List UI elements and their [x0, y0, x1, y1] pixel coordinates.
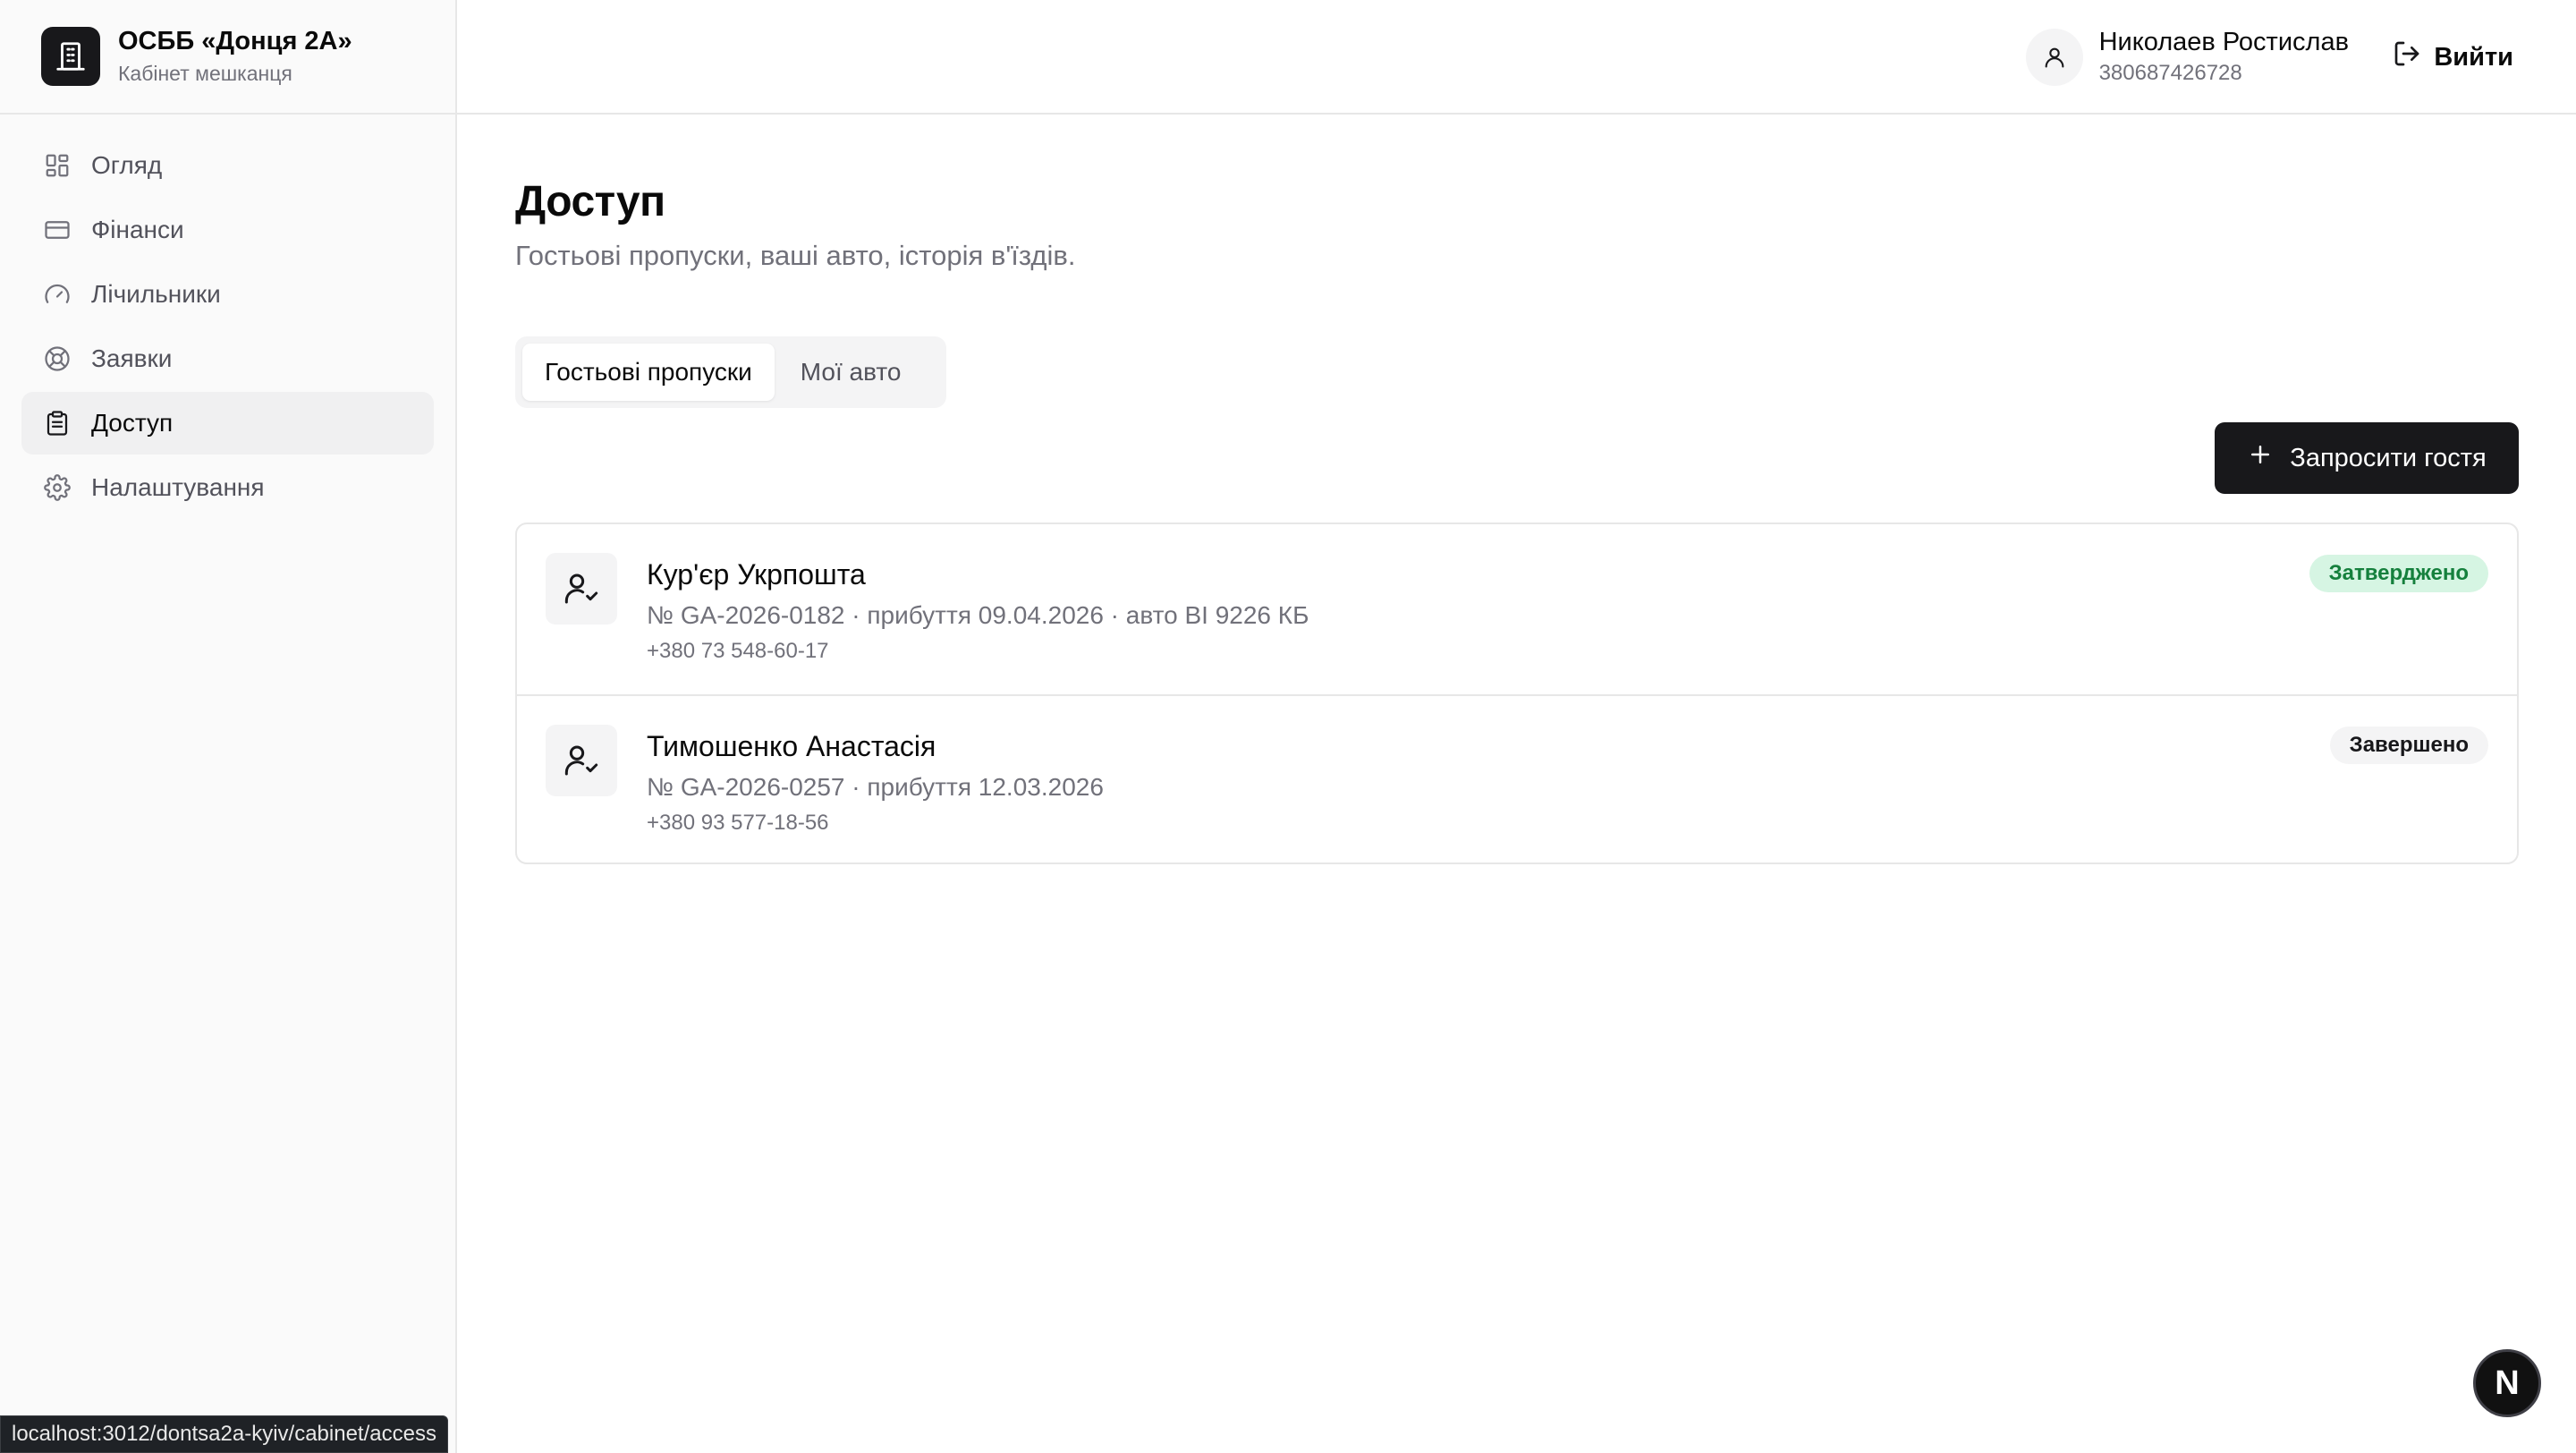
logout-icon: [2393, 39, 2421, 75]
plus-icon: [2247, 441, 2274, 475]
sidebar-nav: Огляд Фінанси Лічильники Заявки Доступ Н…: [0, 115, 455, 540]
sidebar-item-finance[interactable]: Фінанси: [21, 199, 434, 261]
list-item[interactable]: Кур'єр Укрпошта № GA-2026-0182 · прибутт…: [517, 524, 2517, 694]
sidebar-item-label: Доступ: [91, 409, 174, 437]
user-menu[interactable]: Николаев Ростислав 380687426728: [2025, 28, 2349, 86]
app-root: ОСББ «Донця 2А» Кабінет мешканця Огляд Ф…: [0, 0, 2576, 1453]
logout-button[interactable]: Вийти: [2393, 36, 2513, 79]
brand-title: ОСББ «Донця 2А»: [118, 27, 352, 55]
sidebar-item-label: Фінанси: [91, 216, 184, 243]
tab-my-cars[interactable]: Мої авто: [778, 344, 924, 401]
user-check-icon: [546, 725, 617, 796]
guest-name: Тимошенко Анастасія: [647, 730, 936, 762]
sidebar-item-access[interactable]: Доступ: [21, 392, 434, 455]
page-title: Доступ: [515, 178, 665, 225]
status-badge: Затверджено: [2309, 555, 2488, 592]
brand[interactable]: ОСББ «Донця 2А» Кабінет мешканця: [0, 0, 455, 115]
guest-pass-list: Кур'єр Укрпошта № GA-2026-0182 · прибутт…: [515, 523, 2519, 864]
user-phone: 380687426728: [2098, 61, 2242, 85]
sidebar-item-overview[interactable]: Огляд: [21, 134, 434, 197]
user-icon: [2025, 28, 2083, 86]
pass-meta: № GA-2026-0257 · прибуття 12.03.2026: [647, 773, 1104, 801]
browser-status-url: localhost:3012/dontsa2a-kyiv/cabinet/acc…: [0, 1415, 448, 1453]
pass-meta: № GA-2026-0182 · прибуття 09.04.2026 · а…: [647, 601, 1309, 629]
sidebar-item-label: Огляд: [91, 151, 163, 179]
sidebar-item-label: Заявки: [91, 344, 173, 372]
user-check-icon: [546, 553, 617, 625]
guest-name: Кур'єр Укрпошта: [647, 558, 866, 591]
invite-guest-button[interactable]: Запросити гостя: [2215, 422, 2519, 494]
sidebar-item-label: Налаштування: [91, 473, 265, 501]
lifebuoy-icon: [43, 344, 72, 373]
top-header: Николаев Ростислав 380687426728 Вийти: [457, 0, 2576, 115]
access-tabs: Гостьові пропуски Мої авто: [515, 336, 946, 408]
tab-guest-passes[interactable]: Гостьові пропуски: [522, 344, 775, 401]
list-item[interactable]: Тимошенко Анастасія № GA-2026-0257 · при…: [517, 694, 2517, 862]
logout-label: Вийти: [2434, 42, 2513, 72]
status-badge: Завершено: [2329, 726, 2488, 764]
sidebar-item-meters[interactable]: Лічильники: [21, 263, 434, 326]
guest-phone: +380 93 577-18-56: [647, 811, 829, 835]
credit-card-icon: [43, 216, 72, 244]
grid-icon: [43, 151, 72, 180]
nextjs-dev-button[interactable]: N: [2473, 1349, 2541, 1417]
sidebar-item-settings[interactable]: Налаштування: [21, 456, 434, 519]
page-subtitle: Гостьові пропуски, ваші авто, історія в'…: [515, 240, 1076, 271]
user-name: Николаев Ростислав: [2098, 28, 2349, 56]
brand-subtitle: Кабінет мешканця: [118, 62, 292, 85]
gear-icon: [43, 473, 72, 502]
sidebar-item-label: Лічильники: [91, 280, 221, 308]
gauge-icon: [43, 280, 72, 309]
guest-phone: +380 73 548-60-17: [647, 639, 829, 663]
clipboard-icon: [43, 409, 72, 438]
sidebar: ОСББ «Донця 2А» Кабінет мешканця Огляд Ф…: [0, 0, 457, 1453]
building-icon: [41, 27, 100, 86]
invite-guest-label: Запросити гостя: [2290, 443, 2487, 472]
sidebar-item-requests[interactable]: Заявки: [21, 327, 434, 390]
